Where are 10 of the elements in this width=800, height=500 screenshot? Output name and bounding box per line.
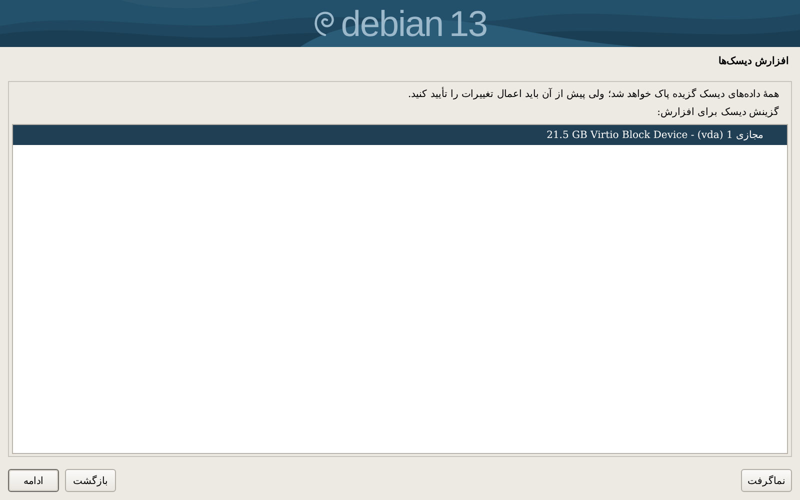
prompt-text: گزینش دیسک برای افزارش: xyxy=(656,106,780,120)
disk-item[interactable]: مجازی 1 (vda) - 21.5 GB Virtio Block Device xyxy=(13,125,787,145)
dialog-button[interactable]: نماگرفت xyxy=(741,469,792,492)
warning-text: همهٔ داده‌های دیسک گزیده پاک خواهد شد؛ ولی پیش از آن باید اعمال تغییرات را تأیید کنید. xyxy=(12,86,788,106)
dialog-button[interactable]: بازگشت xyxy=(65,469,116,492)
version-text: 13 xyxy=(449,6,488,42)
page-title: افزارش دیسک‌ها xyxy=(718,55,790,69)
logo-text: debian xyxy=(340,6,444,42)
swirl-icon xyxy=(312,8,335,38)
dialog-button[interactable]: ادامه xyxy=(8,469,59,492)
